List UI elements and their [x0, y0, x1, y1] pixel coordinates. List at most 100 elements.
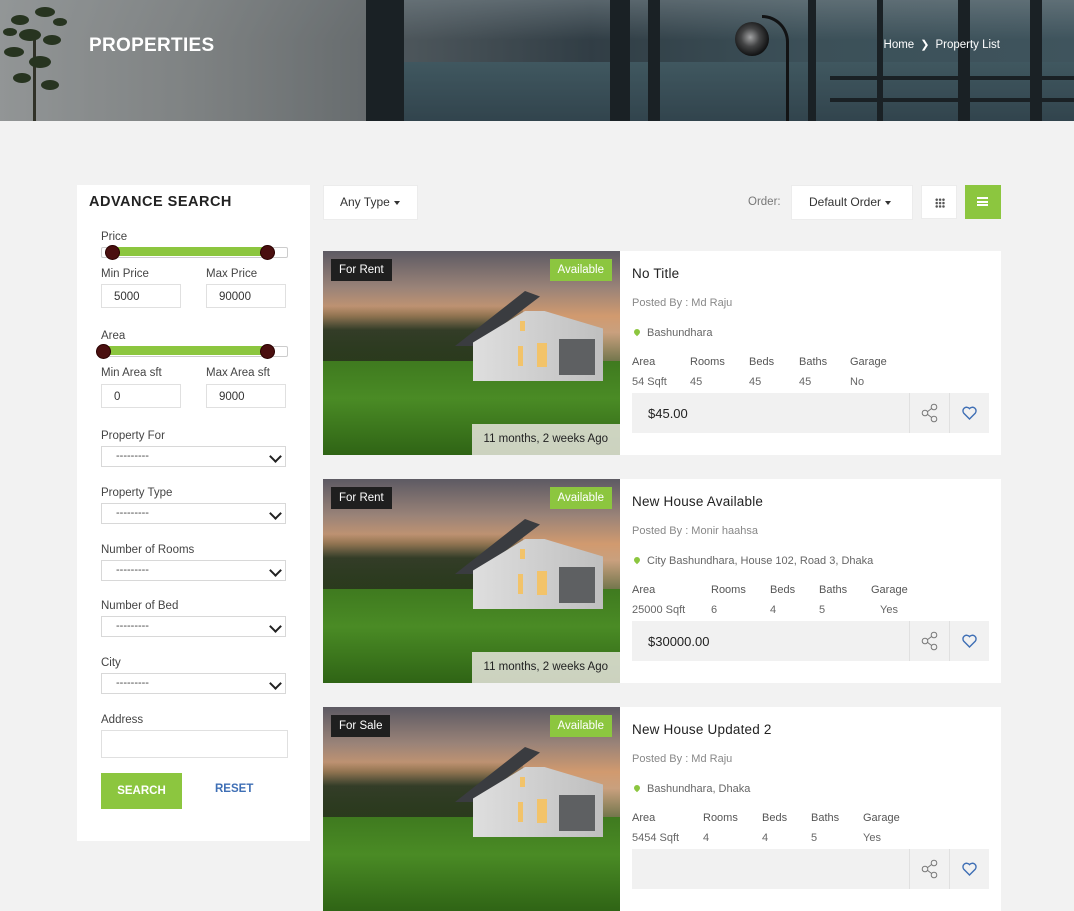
- location-text: City Bashundhara, House 102, Road 3, Dha…: [647, 555, 874, 567]
- min-area-label: Min Area sft: [101, 367, 162, 379]
- advance-search-panel: ADVANCE SEARCH Price Min Price Max Price…: [77, 185, 310, 841]
- favorite-button[interactable]: [949, 849, 989, 889]
- share-button[interactable]: [909, 393, 949, 433]
- max-area-input[interactable]: 9000: [206, 384, 286, 408]
- property-type-select[interactable]: ---------: [101, 503, 286, 524]
- city-label: City: [101, 657, 121, 669]
- beds-label: Number of Bed: [101, 600, 179, 612]
- price-bar: $30000.00: [632, 621, 989, 661]
- beds-select[interactable]: ---------: [101, 616, 286, 637]
- listing-title[interactable]: New House Available: [632, 494, 763, 509]
- chevron-right-icon: ❯: [920, 39, 930, 51]
- posted-by: Posted By : Md Raju: [632, 297, 733, 309]
- price-range-slider[interactable]: [101, 245, 288, 260]
- area-min-handle[interactable]: [96, 344, 111, 359]
- fact-value: No: [850, 376, 865, 388]
- city-select[interactable]: ---------: [101, 673, 286, 694]
- fact-value: 45: [799, 376, 812, 388]
- max-area-label: Max Area sft: [206, 367, 270, 379]
- posted-by: Posted By : Monir haahsa: [632, 525, 758, 537]
- fact-value: 4: [770, 604, 777, 616]
- location-text: Bashundhara: [647, 327, 713, 339]
- availability-badge: Available: [549, 259, 612, 281]
- fact-value: Yes: [863, 832, 881, 844]
- listing-location: City Bashundhara, House 102, Road 3, Dha…: [632, 555, 873, 567]
- order-value: Default Order: [809, 195, 882, 209]
- fact-label: Area: [632, 812, 656, 824]
- fact-label: Garage: [863, 812, 900, 824]
- map-pin-icon: [632, 555, 642, 565]
- max-price-input[interactable]: 90000: [206, 284, 286, 308]
- listing-card[interactable]: For Rent Available 11 months, 2 weeks Ag…: [323, 479, 1001, 683]
- fact-value: 25000 Sqft: [632, 604, 686, 616]
- price-min-handle[interactable]: [105, 245, 120, 260]
- fact-label: Baths: [819, 584, 848, 596]
- property-image[interactable]: For Sale Available: [323, 707, 620, 911]
- order-dropdown[interactable]: Default Order: [791, 185, 913, 220]
- fact-value: 6: [711, 604, 718, 616]
- city-value: ---------: [116, 677, 149, 689]
- favorite-button[interactable]: [949, 393, 989, 433]
- listing-price: $45.00: [648, 406, 688, 421]
- share-button[interactable]: [909, 621, 949, 661]
- heart-icon: [962, 634, 977, 648]
- min-price-input[interactable]: 5000: [101, 284, 181, 308]
- list-view-button[interactable]: [965, 185, 1001, 219]
- grid-icon: [935, 198, 945, 208]
- property-image[interactable]: For Rent Available 11 months, 2 weeks Ag…: [323, 479, 620, 683]
- type-filter-dropdown[interactable]: Any Type: [323, 185, 418, 220]
- availability-badge: Available: [549, 487, 612, 509]
- listing-title[interactable]: New House Updated 2: [632, 722, 772, 737]
- area-range-slider[interactable]: [96, 344, 288, 359]
- chevron-down-icon: [269, 677, 282, 690]
- chevron-down-icon: [269, 620, 282, 633]
- share-icon: [921, 859, 938, 879]
- posted-by: Posted By : Md Raju: [632, 753, 733, 765]
- fact-label: Area: [632, 584, 656, 596]
- rooms-value: ---------: [116, 564, 149, 576]
- fact-label: Baths: [799, 356, 828, 368]
- listing-card[interactable]: For Sale Available New House Updated 2 P…: [323, 707, 1001, 911]
- max-price-label: Max Price: [206, 268, 258, 280]
- caret-down-icon: [393, 200, 400, 205]
- property-image[interactable]: For Rent Available 11 months, 2 weeks Ag…: [323, 251, 620, 455]
- advance-search-heading: ADVANCE SEARCH: [89, 194, 232, 210]
- share-icon: [921, 631, 938, 651]
- grid-view-button[interactable]: [921, 185, 957, 219]
- rooms-select[interactable]: ---------: [101, 560, 286, 581]
- fact-value: 4: [703, 832, 710, 844]
- map-pin-icon: [632, 783, 642, 793]
- search-button[interactable]: SEARCH: [101, 773, 182, 809]
- chevron-down-icon: [269, 564, 282, 577]
- order-label: Order:: [748, 196, 781, 208]
- fact-label: Rooms: [703, 812, 738, 824]
- fact-value: 5: [819, 604, 826, 616]
- listing-card[interactable]: For Rent Available 11 months, 2 weeks Ag…: [323, 251, 1001, 455]
- breadcrumb-home-link[interactable]: Home: [884, 39, 915, 51]
- area-max-handle[interactable]: [260, 344, 275, 359]
- listing-title[interactable]: No Title: [632, 266, 679, 281]
- posted-time-badge: 11 months, 2 weeks Ago: [471, 424, 620, 455]
- price-bar: $45.00: [632, 393, 989, 433]
- type-filter-value: Any Type: [340, 195, 390, 209]
- reset-button[interactable]: RESET: [215, 783, 253, 795]
- price-max-handle[interactable]: [260, 245, 275, 260]
- property-type-value: ---------: [116, 507, 149, 519]
- area-label: Area: [101, 330, 126, 342]
- fact-value: 5: [811, 832, 818, 844]
- listing-type-badge: For Rent: [331, 259, 392, 281]
- property-for-select[interactable]: ---------: [101, 446, 286, 467]
- fact-label: Rooms: [711, 584, 746, 596]
- listing-location: Bashundhara: [632, 327, 712, 339]
- favorite-button[interactable]: [949, 621, 989, 661]
- list-icon: [977, 197, 988, 206]
- address-input[interactable]: [101, 730, 288, 758]
- fact-label: Garage: [871, 584, 908, 596]
- share-button[interactable]: [909, 849, 949, 889]
- fact-value: Yes: [880, 604, 898, 616]
- breadcrumb-current: Property List: [935, 39, 1000, 51]
- location-text: Bashundhara, Dhaka: [647, 783, 751, 795]
- fact-label: Beds: [749, 356, 775, 368]
- fact-label: Rooms: [690, 356, 725, 368]
- min-area-input[interactable]: 0: [101, 384, 181, 408]
